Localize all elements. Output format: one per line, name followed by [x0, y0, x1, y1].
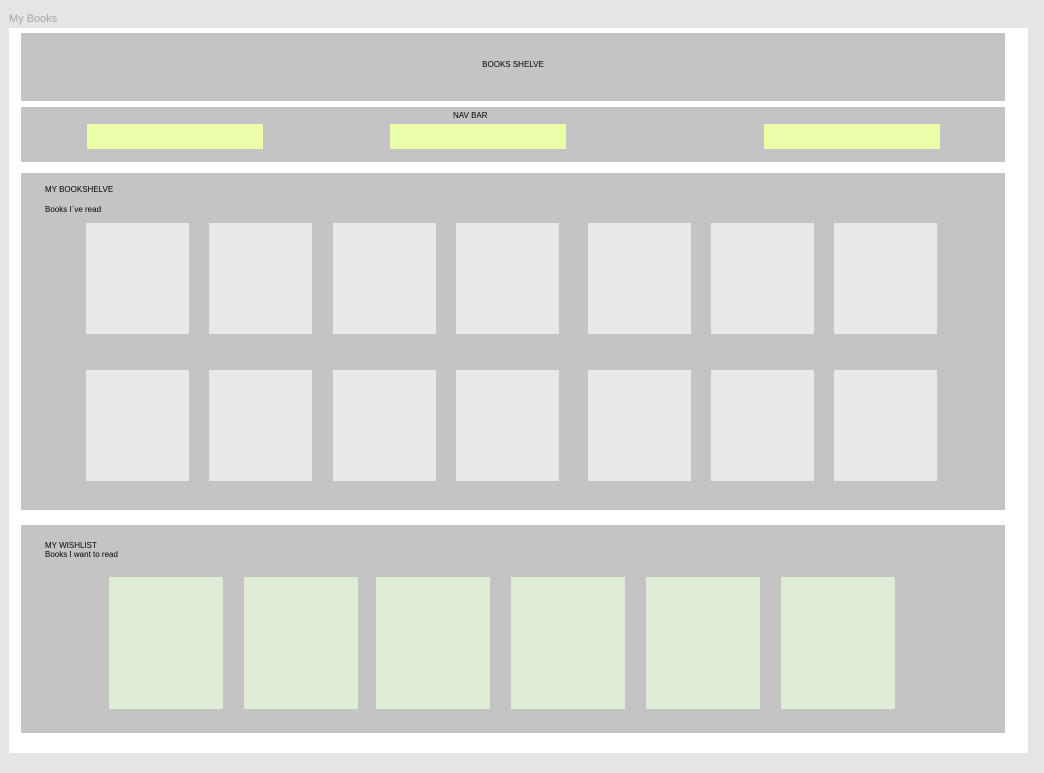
book-card[interactable] — [209, 370, 312, 481]
nav-button-2[interactable] — [390, 124, 566, 149]
book-card[interactable] — [588, 370, 691, 481]
wishlist-card[interactable] — [376, 577, 490, 709]
book-card[interactable] — [456, 370, 559, 481]
header-panel: BOOKS SHELVE — [21, 33, 1005, 101]
frame-label: My Books — [9, 13, 58, 25]
nav-bar: NAV BAR — [21, 107, 1005, 162]
nav-button-3[interactable] — [764, 124, 940, 149]
bookshelf-section: MY BOOKSHELVE Books I´ve read — [21, 173, 1005, 510]
bookshelf-title: MY BOOKSHELVE — [45, 185, 114, 194]
header-title: BOOKS SHELVE — [482, 60, 544, 69]
wishlist-card[interactable] — [781, 577, 895, 709]
book-card[interactable] — [588, 223, 691, 334]
page-frame: BOOKS SHELVE NAV BAR MY BOOKSHELVE Books… — [9, 28, 1028, 753]
wishlist-card[interactable] — [244, 577, 358, 709]
book-card[interactable] — [86, 223, 189, 334]
wishlist-card[interactable] — [511, 577, 625, 709]
wishlist-title: MY WISHLIST — [45, 541, 97, 550]
book-card[interactable] — [333, 223, 436, 334]
nav-bar-title: NAV BAR — [453, 111, 488, 120]
book-card[interactable] — [711, 223, 814, 334]
wishlist-card[interactable] — [646, 577, 760, 709]
bookshelf-subtitle: Books I´ve read — [45, 205, 102, 214]
book-card[interactable] — [86, 370, 189, 481]
book-card[interactable] — [711, 370, 814, 481]
wishlist-section: MY WISHLIST Books I want to read — [21, 525, 1005, 733]
nav-button-1[interactable] — [87, 124, 263, 149]
wishlist-card[interactable] — [109, 577, 223, 709]
book-card[interactable] — [209, 223, 312, 334]
book-card[interactable] — [333, 370, 436, 481]
book-card[interactable] — [834, 370, 937, 481]
book-card[interactable] — [834, 223, 937, 334]
book-card[interactable] — [456, 223, 559, 334]
wishlist-subtitle: Books I want to read — [45, 550, 118, 559]
